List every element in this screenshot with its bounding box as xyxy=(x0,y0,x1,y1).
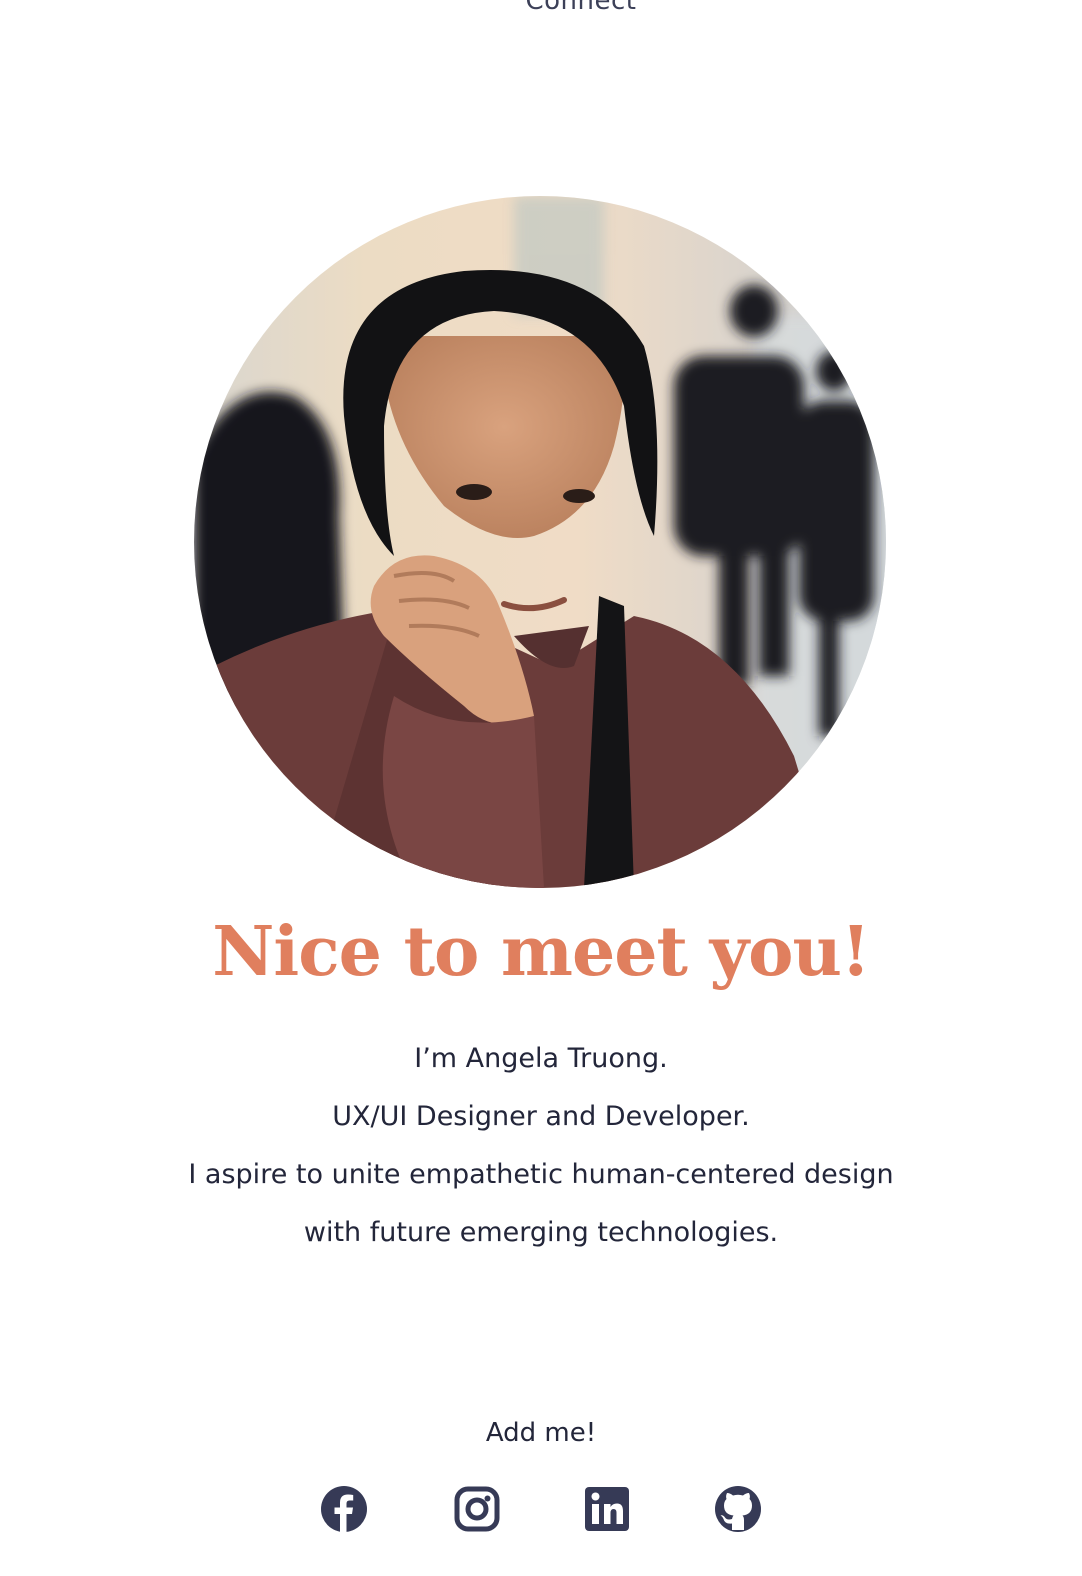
social-links xyxy=(0,1484,1082,1534)
facebook-link[interactable] xyxy=(319,1484,369,1534)
linkedin-icon xyxy=(585,1487,629,1531)
greeting-heading: Nice to meet you! xyxy=(212,912,871,992)
intro-line-aspiration-cont: with future emerging technologies. xyxy=(303,1217,779,1248)
intro-line-aspiration: I aspire to unite empathetic human-cente… xyxy=(188,1159,894,1190)
instagram-link[interactable] xyxy=(452,1484,502,1534)
social-heading: Add me! xyxy=(485,1418,597,1448)
intro-line-role: UX/UI Designer and Developer. xyxy=(332,1101,750,1132)
intro-line-name: I’m Angela Truong. xyxy=(414,1043,668,1074)
linkedin-link[interactable] xyxy=(582,1484,632,1534)
nav-link-connect[interactable]: Connect xyxy=(0,0,1082,16)
intro-text: I’m Angela Truong. UX/UI Designer and De… xyxy=(0,1030,1082,1262)
instagram-icon xyxy=(454,1486,500,1532)
profile-photo xyxy=(194,196,886,888)
github-icon xyxy=(715,1486,761,1532)
facebook-icon xyxy=(321,1486,367,1532)
github-link[interactable] xyxy=(713,1484,763,1534)
